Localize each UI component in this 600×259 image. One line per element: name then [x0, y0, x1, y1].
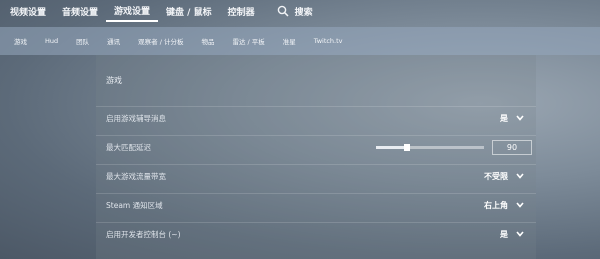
setting-row-max-bandwidth: 最大游戏流量带宽 不受限	[96, 164, 536, 188]
setting-label: 启用游戏辅导消息	[106, 114, 166, 123]
setting-label: Steam 通知区域	[106, 201, 163, 210]
subtab-twitch[interactable]: Twitch.tv	[305, 37, 352, 45]
dropdown-value: 是	[500, 230, 508, 239]
max-match-delay-input[interactable]: 90	[492, 140, 532, 155]
top-navigation: 视频设置 音频设置 游戏设置 键盘 / 鼠标 控制器 搜索	[0, 0, 600, 22]
chevron-down-icon	[516, 201, 524, 210]
tab-audio-settings[interactable]: 音频设置	[54, 0, 106, 22]
dropdown-value: 右上角	[484, 201, 508, 210]
dev-console-dropdown[interactable]: 是	[500, 229, 524, 240]
subtab-game[interactable]: 游戏	[0, 36, 36, 46]
subtab-crosshair[interactable]: 准星	[274, 36, 305, 46]
setting-label: 启用开发者控制台 (~)	[106, 230, 181, 239]
dropdown-value: 不受限	[484, 172, 508, 181]
search-label: 搜索	[294, 7, 313, 18]
subtab-spectator-scoreboard[interactable]: 观察者 / 计分板	[129, 36, 192, 46]
max-bandwidth-dropdown[interactable]: 不受限	[484, 171, 524, 182]
tab-game-settings[interactable]: 游戏设置	[106, 0, 159, 22]
setting-row-steam-notification: Steam 通知区域 右上角	[96, 193, 536, 217]
sub-navigation: 游戏 Hud 团队 通讯 观察者 / 计分板 物品 雷达 / 平板 准星 Twi…	[0, 27, 600, 55]
setting-label: 最大游戏流量带宽	[106, 172, 166, 181]
subtab-communication[interactable]: 通讯	[98, 36, 129, 46]
chevron-down-icon	[516, 114, 524, 123]
subtab-radar-tablet[interactable]: 雷达 / 平板	[223, 36, 273, 46]
game-instructor-dropdown[interactable]: 是	[500, 113, 524, 124]
tab-controller[interactable]: 控制器	[220, 0, 263, 22]
max-match-delay-slider[interactable]	[376, 144, 484, 151]
search-icon	[277, 2, 289, 21]
subtab-team[interactable]: 团队	[67, 36, 98, 46]
setting-label: 最大匹配延迟	[106, 143, 151, 152]
slider-fill	[376, 146, 407, 149]
search-button[interactable]: 搜索	[277, 2, 313, 21]
section-title: 游戏	[106, 76, 122, 85]
chevron-down-icon	[516, 230, 524, 239]
setting-row-max-match-delay: 最大匹配延迟 90	[96, 135, 536, 159]
setting-row-dev-console: 启用开发者控制台 (~) 是	[96, 222, 536, 246]
settings-panel: 游戏 启用游戏辅导消息 是 最大匹配延迟 90 最大游戏流量带宽 不受限 Ste…	[96, 55, 536, 259]
subtab-items[interactable]: 物品	[192, 36, 223, 46]
tab-keyboard-mouse[interactable]: 键盘 / 鼠标	[158, 0, 220, 22]
slider-handle[interactable]	[404, 144, 410, 151]
dropdown-value: 是	[500, 114, 508, 123]
chevron-down-icon	[516, 172, 524, 181]
setting-row-game-instructor: 启用游戏辅导消息 是	[96, 106, 536, 130]
steam-notification-dropdown[interactable]: 右上角	[484, 200, 524, 211]
subtab-hud[interactable]: Hud	[36, 37, 67, 45]
tab-video-settings[interactable]: 视频设置	[2, 0, 54, 22]
